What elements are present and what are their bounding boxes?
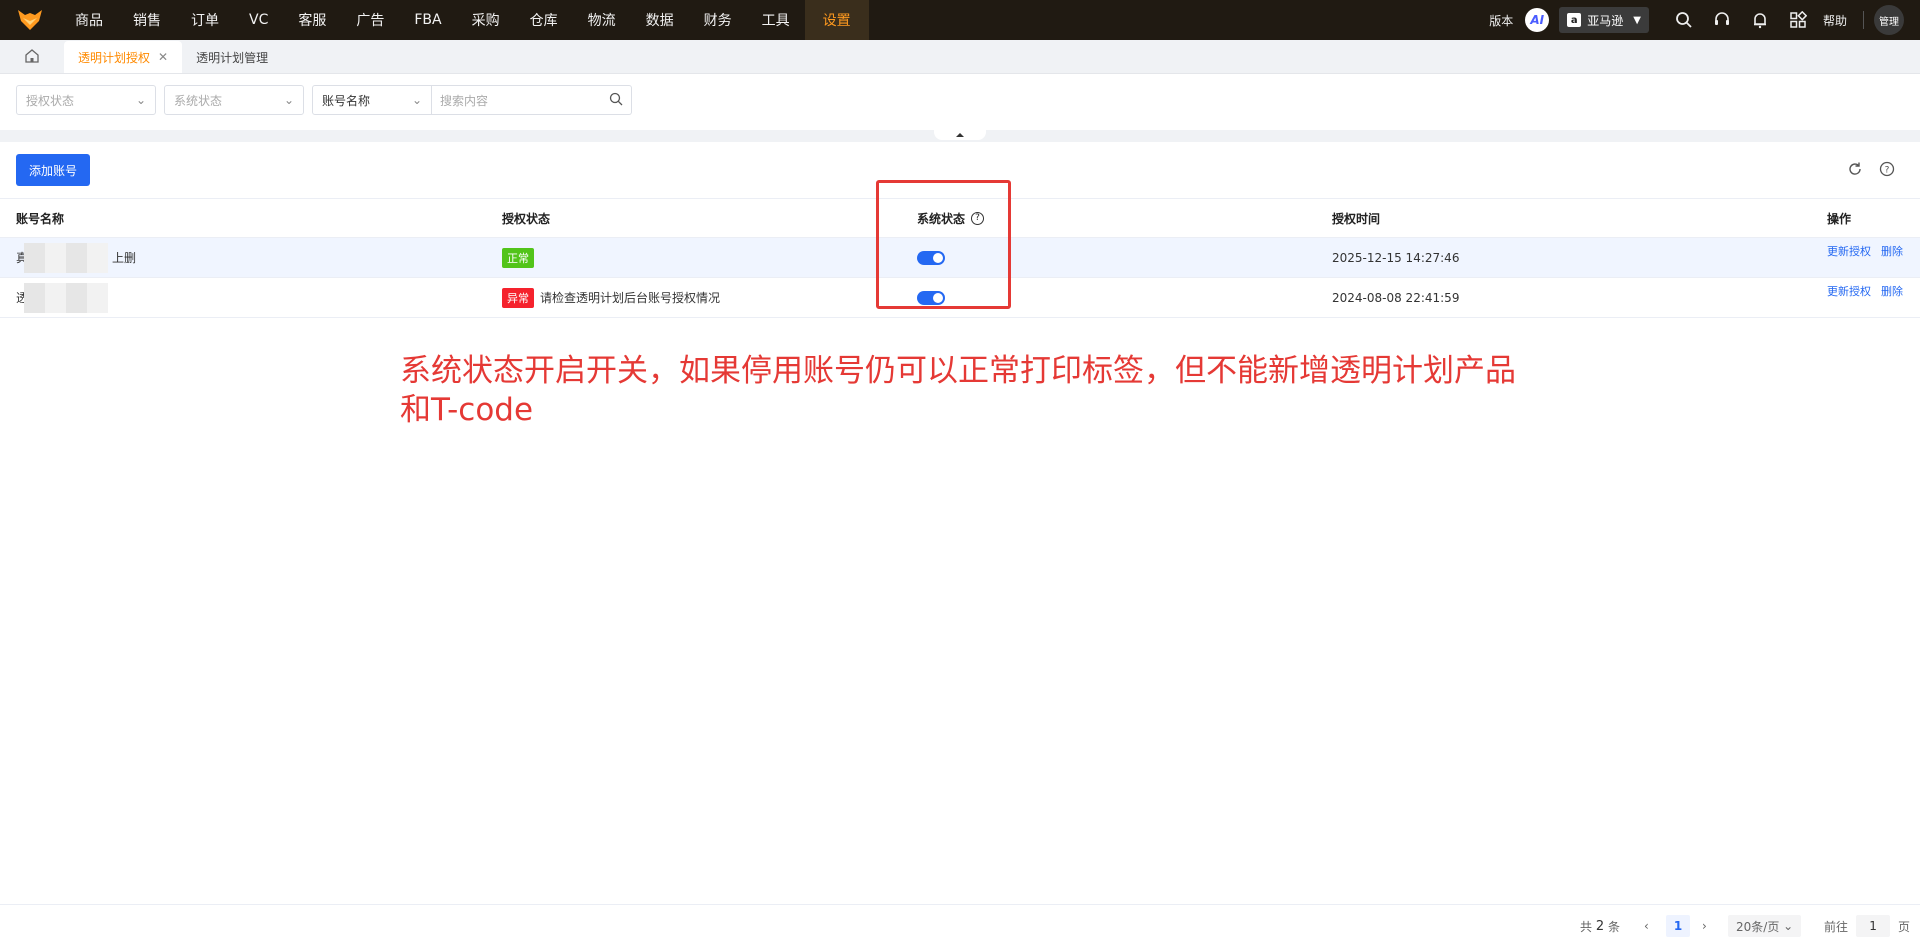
nav-item[interactable]: 销售 (118, 0, 176, 40)
nav-item[interactable]: 商品 (60, 0, 118, 40)
tab-label: 透明计划管理 (196, 50, 269, 65)
goto-suffix: 页 (1898, 919, 1911, 934)
nav-item[interactable]: 工具 (747, 0, 805, 40)
redacted-mosaic (24, 283, 108, 313)
next-page-icon[interactable]: › (1702, 915, 1707, 937)
system-status-select[interactable]: 系统状态 ⌄ (164, 85, 304, 115)
auth-time: 2025-12-15 14:27:46 (1332, 250, 1460, 265)
delete-link[interactable]: 删除 (1881, 283, 1903, 299)
top-nav: 商品 销售 订单 VC 客服 广告 FBA 采购 仓库 物流 数据 财务 工具 设置 版本 AI a 亚马… (0, 0, 1920, 40)
update-auth-link[interactable]: 更新授权 (1827, 283, 1871, 299)
status-badge: 异常 (502, 287, 534, 308)
page-size-select[interactable]: 20条/页 ⌄ (1728, 915, 1802, 937)
ai-assistant-button[interactable]: AI (1525, 8, 1550, 32)
actions-cell: 更新授权 删除 (1827, 278, 1913, 317)
caret-down-icon: ▼ (1633, 14, 1641, 26)
delete-link[interactable]: 删除 (1881, 243, 1903, 259)
annotation-text: 系统状态开启开关，如果停用账号仍可以正常打印标签，但不能新增透明计划产品和T-c… (400, 353, 1516, 428)
fox-logo-icon (18, 10, 42, 30)
header-auth-status: 授权状态 (502, 211, 551, 226)
total-value: 2 (1595, 918, 1605, 934)
total-suffix: 条 (1607, 919, 1620, 934)
headset-icon[interactable] (1712, 10, 1732, 30)
account-name-suffix: 上删 (112, 251, 137, 265)
prev-page-icon[interactable]: ‹ (1644, 915, 1649, 937)
close-icon[interactable]: ✕ (158, 50, 168, 64)
version-link[interactable]: 版本 (1489, 12, 1513, 29)
actions-cell: 更新授权 删除 (1827, 238, 1913, 277)
help-circle-icon[interactable]: ? (1878, 160, 1896, 178)
store-selector[interactable]: a 亚马逊 ▼ (1559, 7, 1649, 33)
nav-divider (1863, 11, 1864, 29)
goto-prefix: 前往 (1824, 919, 1849, 934)
auth-time: 2024-08-08 22:41:59 (1332, 290, 1460, 305)
tab-bar: 透明计划授权 ✕ 透明计划管理 (0, 40, 1920, 74)
auth-status-cell: 正常 (502, 238, 540, 277)
search-field-value: 账号名称 (322, 93, 371, 108)
nav-item[interactable]: 数据 (631, 0, 689, 40)
highlight-box (876, 180, 1011, 309)
store-label: 亚马逊 (1587, 13, 1624, 28)
nav-item[interactable]: 物流 (573, 0, 631, 40)
amazon-icon: a (1567, 13, 1582, 27)
nav-item[interactable]: 财务 (689, 0, 747, 40)
page-number[interactable]: 1 (1666, 915, 1690, 937)
user-avatar[interactable]: 管理 (1874, 5, 1904, 35)
search-input[interactable]: 搜索内容 (432, 85, 632, 115)
nav-item[interactable]: 广告 (341, 0, 399, 40)
redacted-mosaic (24, 243, 108, 273)
collapse-filter-toggle[interactable] (934, 130, 986, 140)
search-icon[interactable] (609, 92, 623, 109)
help-link[interactable]: 帮助 (1823, 12, 1847, 29)
nav-right: 版本 AI a 亚马逊 ▼ 帮助 管理 (1483, 0, 1920, 40)
filter-bar: 授权状态 ⌄ 系统状态 ⌄ 账号名称 ⌄ 搜索内容 (0, 74, 1920, 130)
page-size-value: 20条/页 (1736, 919, 1780, 934)
search-placeholder: 搜索内容 (440, 93, 489, 108)
auth-note: 请检查透明计划后台账号授权情况 (540, 291, 721, 305)
nav-item[interactable]: 仓库 (515, 0, 573, 40)
main-menu: 商品 销售 订单 VC 客服 广告 FBA 采购 仓库 物流 数据 财务 工具 设置 (60, 0, 869, 40)
home-icon (25, 49, 39, 63)
header-actions: 操作 (1827, 211, 1852, 226)
total-count: 共 2 条 (1580, 915, 1620, 937)
tab-transparency-auth[interactable]: 透明计划授权 ✕ (64, 41, 183, 73)
home-tab[interactable] (0, 39, 64, 73)
auth-status-select[interactable]: 授权状态 ⌄ (16, 85, 156, 115)
update-auth-link[interactable]: 更新授权 (1827, 243, 1871, 259)
goto-page: 前往 1 页 (1824, 915, 1910, 937)
nav-item[interactable]: 设置 (804, 0, 869, 40)
tab-label: 透明计划授权 (78, 50, 151, 65)
search-icon[interactable] (1674, 10, 1694, 30)
tab-transparency-manage[interactable]: 透明计划管理 (182, 41, 282, 73)
nav-item[interactable]: 采购 (457, 0, 515, 40)
refresh-icon[interactable] (1846, 160, 1864, 178)
nav-item[interactable]: 订单 (176, 0, 234, 40)
system-status-placeholder: 系统状态 (174, 93, 223, 108)
status-badge: 正常 (502, 247, 534, 268)
nav-item[interactable]: VC (234, 0, 283, 40)
apps-grid-icon[interactable] (1788, 10, 1808, 30)
pagination-bar: 共 2 条 ‹ 1 › 20条/页 ⌄ 前往 1 页 (0, 904, 1920, 945)
nav-item[interactable]: 客服 (283, 0, 341, 40)
header-account: 账号名称 (16, 211, 65, 226)
chevron-down-icon: ⌄ (411, 93, 422, 107)
chevron-down-icon: ⌄ (283, 93, 294, 107)
goto-input[interactable]: 1 (1856, 915, 1891, 937)
auth-status-cell: 异常 请检查透明计划后台账号授权情况 (502, 278, 720, 317)
nav-item[interactable]: FBA (399, 0, 456, 40)
svg-text:?: ? (1885, 166, 1890, 176)
search-field-select[interactable]: 账号名称 ⌄ (312, 85, 432, 115)
current-page[interactable]: 1 (1666, 915, 1690, 937)
add-account-button[interactable]: 添加账号 (16, 154, 90, 186)
bell-icon[interactable] (1750, 10, 1770, 30)
chevron-down-icon: ⌄ (135, 93, 146, 107)
app-logo[interactable] (0, 0, 60, 40)
auth-status-placeholder: 授权状态 (26, 93, 75, 108)
ai-label: AI (1530, 13, 1545, 27)
total-prefix: 共 (1580, 919, 1593, 934)
header-auth-time: 授权时间 (1332, 211, 1381, 226)
caret-up-icon (956, 133, 964, 137)
